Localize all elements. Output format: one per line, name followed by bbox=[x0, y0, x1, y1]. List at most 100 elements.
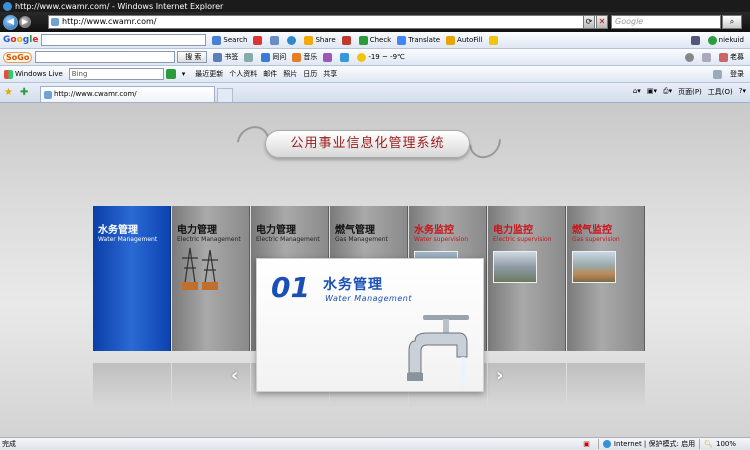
help-icon[interactable]: ?▾ bbox=[739, 87, 746, 97]
google-logo: Google bbox=[3, 35, 39, 45]
page-content: 公用事业信息化管理系统 水务管理 Water Management 电力管理 E… bbox=[0, 103, 750, 437]
check-icon bbox=[358, 35, 368, 45]
reflection bbox=[567, 363, 645, 408]
panel-water-management[interactable]: 水务管理 Water Management bbox=[93, 206, 171, 351]
translate-icon bbox=[397, 35, 407, 45]
popup-blocked-icon[interactable]: ▣ bbox=[583, 440, 590, 448]
forward-button[interactable]: ▶ bbox=[19, 16, 31, 28]
live-link-photos[interactable]: 照片 bbox=[283, 69, 297, 79]
new-tab-button[interactable] bbox=[217, 88, 233, 102]
bing-search-input[interactable]: Bing bbox=[68, 68, 164, 80]
block-icon bbox=[341, 35, 351, 45]
mail-icon[interactable] bbox=[244, 52, 255, 62]
google-translate-button[interactable]: Translate bbox=[397, 35, 440, 45]
skin-icon[interactable] bbox=[702, 52, 713, 62]
sogou-ask-button[interactable]: 同问 bbox=[261, 52, 286, 62]
power-tower-icon bbox=[182, 247, 218, 291]
google-block-button[interactable] bbox=[341, 35, 353, 45]
add-favorite-icon[interactable]: ✚ bbox=[20, 87, 28, 98]
wrench-icon[interactable] bbox=[690, 35, 702, 45]
globe-icon bbox=[602, 440, 611, 448]
sogou-search-input[interactable] bbox=[35, 51, 176, 63]
security-zone[interactable]: Internet | 保护模式: 启用 bbox=[614, 439, 695, 449]
electric-photo bbox=[493, 251, 537, 283]
reflection bbox=[93, 363, 171, 408]
windows-live-toolbar: Windows Live Bing ▾ 最近更新 个人资料 邮件 照片 日历 共… bbox=[0, 66, 750, 83]
featured-card[interactable]: 01 水务管理 Water Management bbox=[256, 258, 484, 392]
sogou-bookmark-button[interactable]: 书签 bbox=[213, 52, 238, 62]
favorites-star-icon[interactable]: ★ bbox=[4, 87, 13, 98]
prev-arrow-button[interactable]: ‹ bbox=[231, 365, 238, 386]
gas-photo bbox=[572, 251, 616, 283]
home-icon[interactable]: ⌂▾ bbox=[633, 87, 641, 97]
settings-icon[interactable] bbox=[685, 52, 696, 62]
sogou-search-button[interactable]: 搜 索 bbox=[177, 51, 208, 63]
translate-icon[interactable] bbox=[287, 35, 298, 45]
live-link-profile[interactable]: 个人资料 bbox=[229, 69, 257, 79]
windows-live-logo: Windows Live bbox=[4, 69, 63, 79]
google-user-menu[interactable]: niekuid bbox=[707, 35, 744, 45]
panel-electric-supervision[interactable]: 电力监控 Electric supervision bbox=[488, 206, 566, 351]
gmail-icon[interactable] bbox=[253, 35, 264, 45]
windows-flag-icon bbox=[4, 69, 13, 79]
sogou-right-link[interactable]: 老募 bbox=[719, 52, 744, 62]
status-bar: 完成 ▣ Internet | 保护模式: 启用 🔍︎ 100% bbox=[0, 437, 750, 450]
zoom-level[interactable]: 100% bbox=[716, 440, 736, 448]
video-icon[interactable] bbox=[340, 52, 351, 62]
bookmark-icon bbox=[213, 52, 223, 62]
google-autofill-button[interactable]: AutoFill bbox=[446, 35, 483, 45]
live-link-calendar[interactable]: 日历 bbox=[303, 69, 317, 79]
live-link-mail[interactable]: 邮件 bbox=[263, 69, 277, 79]
sun-icon bbox=[357, 52, 367, 62]
chevron-down-icon[interactable]: ▾ bbox=[182, 70, 186, 78]
stop-button[interactable]: ✕ bbox=[596, 15, 608, 29]
featured-title: 水务管理 bbox=[323, 277, 383, 293]
pencil-icon[interactable] bbox=[488, 35, 500, 45]
tab-current[interactable]: http://www.cwamr.com/ bbox=[40, 86, 215, 102]
page-title-banner: 公用事业信息化管理系统 bbox=[265, 130, 470, 158]
google-toolbar: Google Search Share Check Translate Auto… bbox=[0, 32, 750, 49]
print-icon[interactable]: ⎙▾ bbox=[663, 87, 672, 97]
search-icon bbox=[212, 35, 222, 45]
live-link-share[interactable]: 共享 bbox=[323, 69, 337, 79]
faucet-icon bbox=[407, 315, 469, 391]
google-check-button[interactable]: Check bbox=[358, 35, 391, 45]
live-signin-link[interactable]: 登录 bbox=[730, 69, 744, 79]
sogou-music-button[interactable]: 音乐 bbox=[292, 52, 317, 62]
panel-electric-management[interactable]: 电力管理 Electric Management bbox=[172, 206, 250, 351]
featured-number: 01 bbox=[271, 271, 310, 304]
back-button[interactable]: ◀ bbox=[3, 14, 18, 30]
panel-gas-supervision[interactable]: 燃气监控 Gas supervision bbox=[567, 206, 645, 351]
command-bar: ⌂▾ ▣▾ ⎙▾ 页面(P) 工具(O) ?▾ bbox=[633, 87, 746, 97]
page-icon bbox=[51, 18, 59, 26]
user-status-icon bbox=[707, 35, 717, 45]
tools-menu[interactable]: 工具(O) bbox=[708, 87, 733, 97]
sogou-weather[interactable]: -19 ~ -9℃ bbox=[357, 52, 405, 62]
live-options-icon[interactable] bbox=[713, 69, 724, 79]
bing-search-go-icon[interactable] bbox=[165, 69, 176, 79]
bookmark-icon[interactable] bbox=[270, 35, 281, 45]
next-arrow-button[interactable]: › bbox=[496, 365, 503, 386]
sogou-toolbar: SoGo 搜 索 书签 同问 音乐 -19 ~ -9℃ 老募 bbox=[0, 49, 750, 66]
window-title-bar: http://www.cwamr.com/ - Windows Internet… bbox=[0, 0, 750, 12]
window-title: http://www.cwamr.com/ - Windows Internet… bbox=[15, 1, 224, 11]
address-field[interactable]: http://www.cwamr.com/ bbox=[48, 15, 608, 29]
search-icon[interactable]: ⌕ bbox=[722, 15, 742, 29]
tab-bar: ★ ✚ http://www.cwamr.com/ ⌂▾ ▣▾ ⎙▾ 页面(P)… bbox=[0, 83, 750, 103]
page-menu[interactable]: 页面(P) bbox=[678, 87, 702, 97]
ask-icon bbox=[261, 52, 271, 62]
google-share-button[interactable]: Share bbox=[304, 35, 336, 45]
web-search-input[interactable]: Google bbox=[611, 15, 721, 29]
autofill-icon bbox=[446, 35, 456, 45]
live-link-updates[interactable]: 最近更新 bbox=[195, 69, 223, 79]
zoom-icon: 🔍︎ bbox=[704, 440, 713, 448]
music-icon bbox=[292, 52, 302, 62]
refresh-button[interactable]: ⟳ bbox=[583, 15, 595, 29]
share-icon bbox=[304, 35, 314, 45]
google-search-button[interactable]: Search bbox=[212, 35, 247, 45]
google-search-input[interactable] bbox=[41, 34, 207, 46]
feeds-icon[interactable]: ▣▾ bbox=[647, 87, 657, 97]
game-icon[interactable] bbox=[323, 52, 334, 62]
featured-subtitle: Water Management bbox=[325, 294, 412, 303]
status-text: 完成 bbox=[2, 440, 16, 448]
